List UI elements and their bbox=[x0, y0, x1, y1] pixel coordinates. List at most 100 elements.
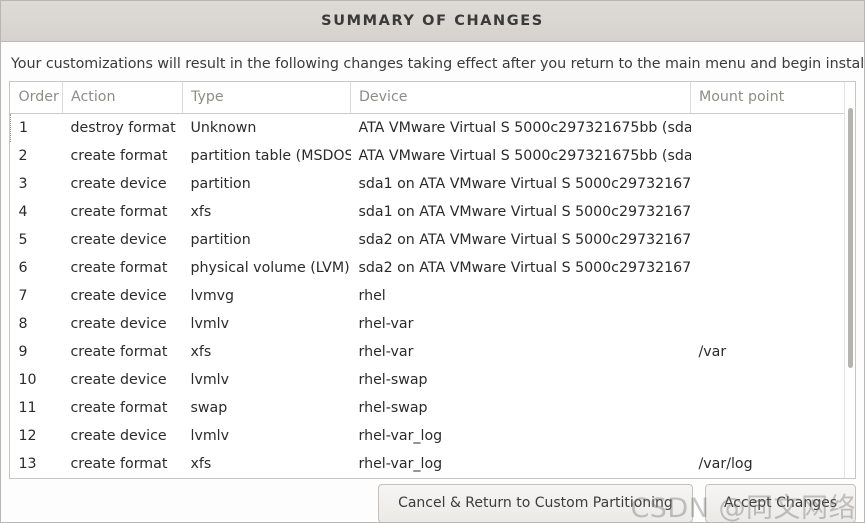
column-header-mount-point[interactable]: Mount point bbox=[690, 82, 855, 114]
column-header-type[interactable]: Type bbox=[182, 82, 351, 114]
table-header: Order Action Type Device Mount point bbox=[10, 82, 855, 114]
accept-changes-button[interactable]: Accept Changes bbox=[704, 483, 856, 522]
cell-mount-point bbox=[691, 422, 856, 450]
table-row[interactable]: 2 create format partition table (MSDOS) ATA… bbox=[11, 142, 856, 170]
table-body: 1 destroy format Unknown ATA VMware Virtual… bbox=[10, 113, 856, 479]
cell-mount-point bbox=[691, 282, 856, 310]
dialog-title: SUMMARY OF CHANGES bbox=[321, 13, 544, 29]
cell-mount-point bbox=[690, 113, 855, 142]
cell-type: lvmlv bbox=[190, 372, 230, 388]
cell-order: 12 bbox=[18, 428, 37, 444]
cell-order: 6 bbox=[18, 260, 28, 276]
dialog-footer: Cancel & Return to Custom Partitioning A… bbox=[1, 479, 864, 522]
cell-device: sda1 on ATA VMware Virtual S 5000c297321… bbox=[351, 198, 691, 226]
cell-type: xfs bbox=[190, 344, 212, 360]
table-row[interactable]: 6 create format physical volume (LVM) sda2 … bbox=[11, 254, 856, 282]
cell-action: create format bbox=[70, 148, 168, 164]
cell-type: partition bbox=[190, 176, 251, 192]
cell-action: create format bbox=[70, 204, 168, 220]
cell-order: 4 bbox=[18, 204, 28, 220]
cell-device: rhel-var_log bbox=[351, 450, 691, 478]
cell-order: 7 bbox=[18, 288, 28, 304]
cell-device: rhel bbox=[351, 282, 691, 310]
cell-type: xfs bbox=[190, 204, 212, 220]
cell-action: create format bbox=[70, 456, 168, 472]
column-header-device[interactable]: Device bbox=[350, 82, 691, 114]
table-row[interactable]: 1 destroy format Unknown ATA VMware Virtual… bbox=[10, 113, 855, 143]
device-label: rhel bbox=[358, 288, 386, 304]
cell-device: sda1 on ATA VMware Virtual S 5000c297321… bbox=[351, 170, 691, 198]
cell-type: partition bbox=[190, 232, 251, 248]
cell-type: xfs bbox=[190, 456, 212, 472]
cell-action: create device bbox=[70, 316, 167, 332]
cell-action: create device bbox=[70, 428, 167, 444]
cell-type: partition table (MSDOS) bbox=[190, 148, 351, 164]
cell-action: create device bbox=[70, 176, 167, 192]
cell-mount-point bbox=[691, 310, 856, 338]
summary-of-changes-dialog: SUMMARY OF CHANGES Your customizations w… bbox=[0, 0, 865, 523]
cell-order: 9 bbox=[18, 344, 28, 360]
changes-table-container: Order Action Type Device Mount point 1 de… bbox=[9, 81, 856, 479]
cell-order: 1 bbox=[10, 113, 63, 142]
device-label: rhel-swap bbox=[358, 400, 428, 416]
cell-order: 5 bbox=[18, 232, 28, 248]
cell-action: create format bbox=[70, 400, 168, 416]
cell-type: lvmlv bbox=[190, 428, 230, 444]
table-row[interactable]: 7 create device lvmvg rhel bbox=[11, 282, 856, 310]
column-header-order[interactable]: Order bbox=[10, 82, 63, 114]
cancel-return-to-custom-partitioning-button[interactable]: Cancel & Return to Custom Partitioning bbox=[377, 483, 693, 522]
cell-action: create device bbox=[70, 232, 167, 248]
cell-mount-point bbox=[691, 170, 856, 198]
cell-device: rhel-var_log bbox=[351, 422, 691, 450]
cell-mount-point bbox=[691, 366, 856, 394]
cell-mount-point bbox=[691, 142, 856, 170]
cell-mount-point bbox=[691, 226, 856, 254]
dialog-titlebar: SUMMARY OF CHANGES bbox=[1, 1, 864, 42]
cell-device: rhel-swap bbox=[351, 394, 691, 422]
cell-mount-point: /var/log bbox=[698, 456, 753, 472]
table-row[interactable]: 11 create format swap rhel-swap bbox=[11, 394, 856, 422]
device-label: rhel-var bbox=[358, 344, 414, 360]
cell-device: sda2 on ATA VMware Virtual S 5000c297321… bbox=[351, 226, 691, 254]
table-row[interactable]: 9 create format xfs rhel-var/var bbox=[11, 338, 856, 366]
table-row[interactable]: 3 create device partition sda1 on ATA VMwar… bbox=[11, 170, 856, 198]
table-row[interactable]: 13 create format xfs rhel-var_log/var/log bbox=[11, 450, 856, 478]
cell-order: 3 bbox=[18, 176, 28, 192]
dialog-body: Your customizations will result in the f… bbox=[1, 42, 864, 479]
table-row[interactable]: 4 create format xfs sda1 on ATA VMware Virt… bbox=[11, 198, 856, 226]
table-row[interactable]: 8 create device lvmlv rhel-var bbox=[11, 310, 856, 338]
column-header-action[interactable]: Action bbox=[62, 82, 183, 114]
changes-table: Order Action Type Device Mount point 1 de… bbox=[10, 82, 856, 479]
cell-order: 2 bbox=[18, 148, 28, 164]
cell-device: ATA VMware Virtual S 5000c297321675bb (s… bbox=[351, 114, 691, 143]
cell-action: create format bbox=[70, 260, 168, 276]
cell-type: lvmlv bbox=[190, 316, 230, 332]
table-vertical-scrollbar[interactable] bbox=[844, 82, 855, 478]
cell-device: rhel-var bbox=[351, 338, 691, 366]
cell-mount-point bbox=[691, 254, 856, 282]
scrollbar-thumb[interactable] bbox=[848, 108, 853, 368]
device-label: rhel-swap bbox=[358, 372, 428, 388]
device-label: sda1 on ATA VMware Virtual S 5000c297321… bbox=[358, 176, 691, 192]
cell-order: 10 bbox=[18, 372, 37, 388]
device-label: sda2 on ATA VMware Virtual S 5000c297321… bbox=[358, 260, 691, 276]
cell-type: physical volume (LVM) bbox=[190, 260, 350, 276]
cell-device: rhel-swap bbox=[351, 366, 691, 394]
device-label: rhel-var_log bbox=[358, 428, 443, 444]
cell-action: create device bbox=[70, 372, 167, 388]
device-label: ATA VMware Virtual S 5000c297321675bb (s… bbox=[358, 148, 691, 164]
cell-mount-point: /var bbox=[698, 344, 727, 360]
cell-order: 11 bbox=[18, 400, 37, 416]
table-row[interactable]: 10 create device lvmlv rhel-swap bbox=[11, 366, 856, 394]
table-row[interactable]: 12 create device lvmlv rhel-var_log bbox=[11, 422, 856, 450]
cell-type: Unknown bbox=[190, 120, 257, 136]
table-row[interactable]: 5 create device partition sda2 on ATA VMwar… bbox=[11, 226, 856, 254]
description-text: Your customizations will result in the f… bbox=[11, 56, 865, 72]
cell-type: lvmvg bbox=[190, 288, 235, 304]
cell-order: 13 bbox=[18, 456, 37, 472]
device-label: sda2 on ATA VMware Virtual S 5000c297321… bbox=[358, 232, 691, 248]
cell-action: create format bbox=[70, 344, 168, 360]
cell-mount-point bbox=[691, 394, 856, 422]
device-label: rhel-var_log bbox=[358, 456, 443, 472]
table-header-row: Order Action Type Device Mount point bbox=[10, 82, 855, 114]
